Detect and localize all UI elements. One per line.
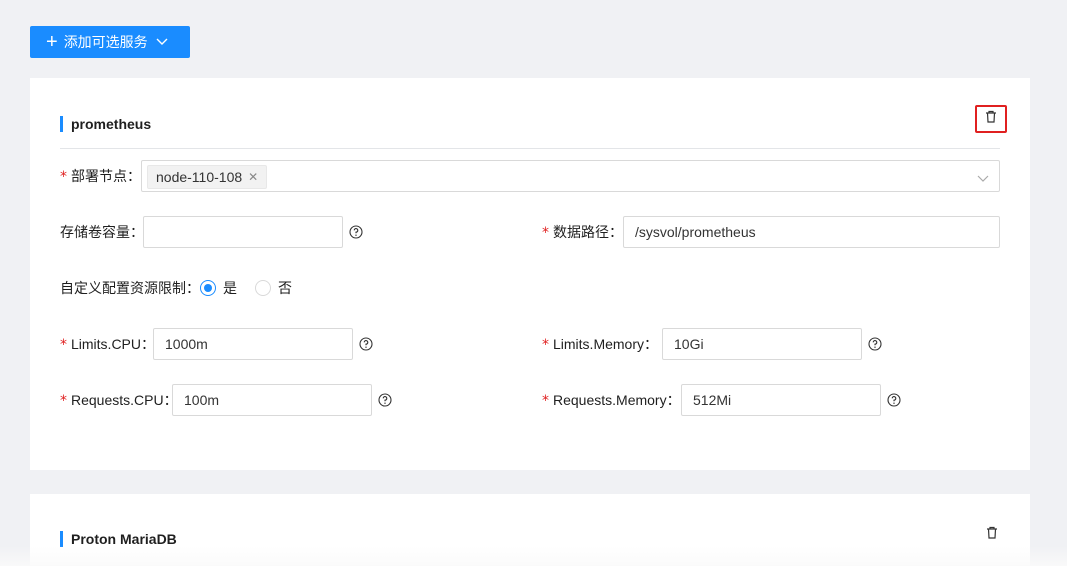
required-mark: * [542,337,549,353]
title-divider [60,148,1000,149]
chevron-down-icon [156,38,168,46]
limits-cpu-label: * Limits.CPU： [60,336,156,353]
add-optional-service-label: 添加可选服务 [63,34,148,50]
chevron-down-icon[interactable] [977,170,989,188]
delete-service-button[interactable] [976,521,1008,549]
service-card-prometheus: prometheus * 部署节点： node-110-108 ✕ 存储卷容量： … [30,78,1030,470]
trash-icon [986,526,998,544]
help-icon[interactable] [349,225,363,239]
deploy-node-select[interactable]: node-110-108 ✕ [141,160,1000,192]
node-tag: node-110-108 ✕ [147,165,268,189]
help-icon[interactable] [887,393,901,407]
service-title: Proton MariaDB [60,531,177,547]
help-icon[interactable] [868,337,882,351]
required-mark: * [542,393,549,409]
radio-unchecked-icon [255,280,271,296]
help-icon[interactable] [378,393,392,407]
radio-yes[interactable]: 是 [200,278,237,298]
radio-checked-icon [200,280,216,296]
service-title: prometheus [60,116,151,132]
trash-icon [985,110,997,128]
limits-memory-label: * Limits.Memory： [542,336,659,353]
custom-resource-limit-radio-group: 是 否 [200,278,310,298]
deploy-node-label: * 部署节点： [60,168,141,185]
custom-resource-limit-label: 自定义配置资源限制： [60,280,200,296]
tag-remove-icon[interactable]: ✕ [248,170,258,184]
required-mark: * [60,393,67,409]
data-path-label: * 数据路径： [542,224,623,241]
node-tag-label: node-110-108 [156,169,243,185]
plus-icon: + [46,31,58,53]
required-mark: * [542,225,549,241]
requests-memory-input[interactable]: 512Mi [681,384,881,416]
requests-memory-label: * Requests.Memory： [542,392,681,409]
required-mark: * [60,337,67,353]
requests-cpu-input[interactable]: 100m [172,384,372,416]
limits-cpu-input[interactable]: 1000m [153,328,353,360]
radio-no[interactable]: 否 [255,278,292,298]
delete-service-button[interactable] [975,105,1007,133]
add-optional-service-button[interactable]: + 添加可选服务 [30,26,190,58]
requests-cpu-label: * Requests.CPU： [60,392,178,409]
required-mark: * [60,169,67,185]
storage-capacity-label: 存储卷容量： [60,224,144,240]
data-path-input[interactable]: /sysvol/prometheus [623,216,1000,248]
storage-capacity-input[interactable] [143,216,343,248]
bottom-fade [0,546,1067,566]
help-icon[interactable] [359,337,373,351]
limits-memory-input[interactable]: 10Gi [662,328,862,360]
